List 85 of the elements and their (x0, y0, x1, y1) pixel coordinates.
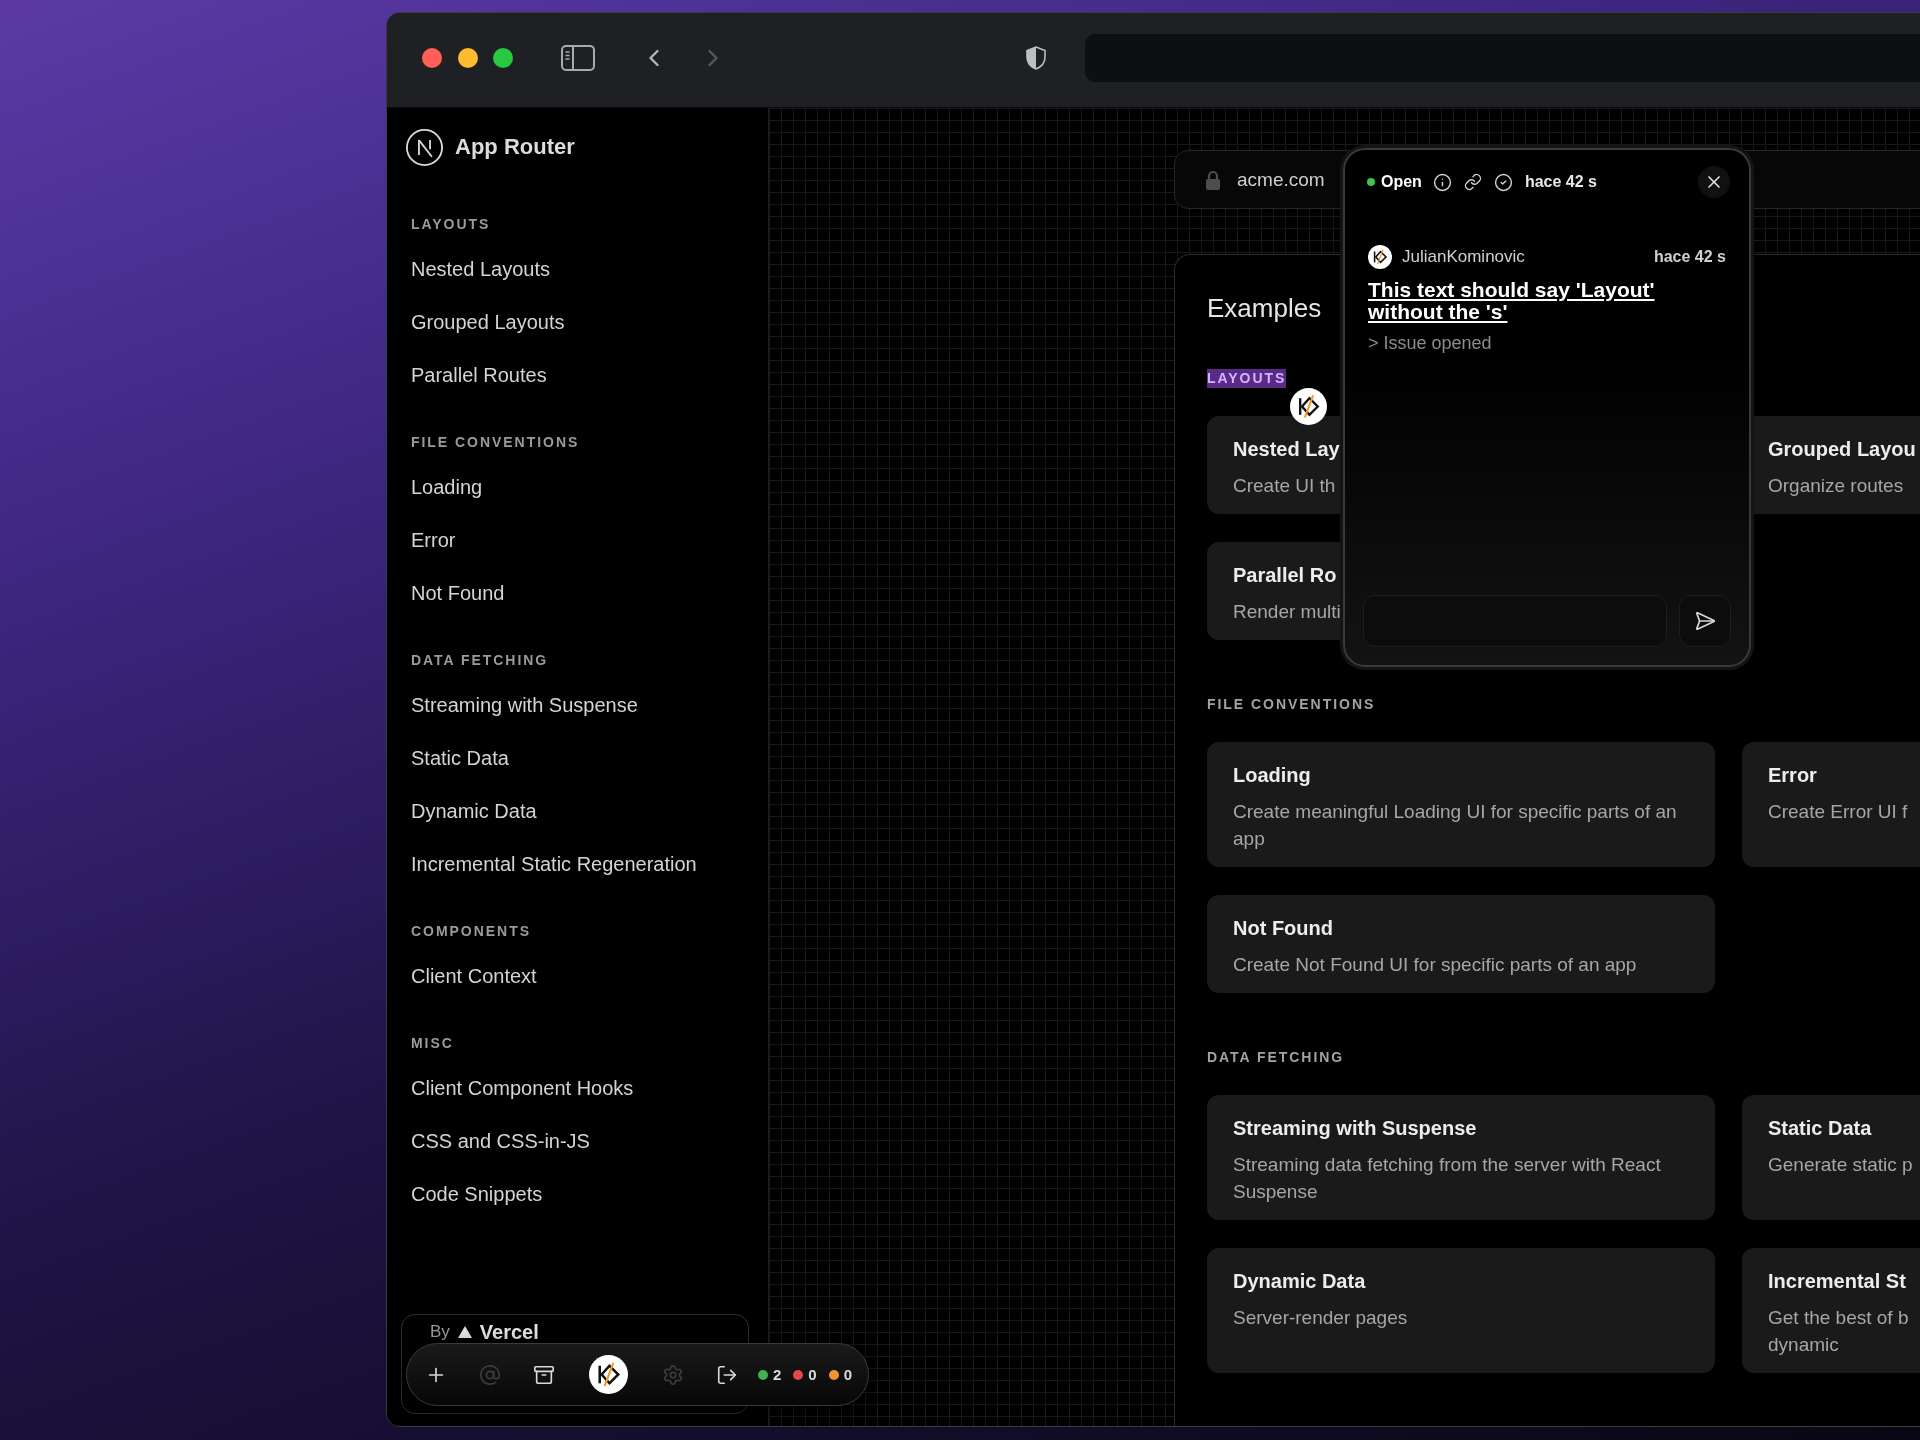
comment-time: hace 42 s (1653, 247, 1726, 267)
card-title: Grouped Layou (1768, 437, 1916, 462)
status-label: Open (1381, 172, 1422, 192)
nav-link[interactable]: CSS and CSS-in-JS (411, 1128, 590, 1153)
logo-icon[interactable] (406, 128, 443, 166)
nav-link[interactable]: Code Snippets (411, 1181, 543, 1206)
card-title: Not Found (1233, 916, 1333, 941)
example-card[interactable]: Incremental St Get the best of b dynamic (1742, 1248, 1920, 1373)
nav-link[interactable]: Loading (411, 474, 483, 499)
example-card[interactable]: Loading Create meaningful Loading UI for specific parts of an app (1207, 742, 1715, 867)
nav-link[interactable]: Parallel Routes (411, 362, 547, 387)
comment-body: > Issue opened (1368, 332, 1492, 355)
at-sign-icon (479, 1363, 501, 1386)
card-title: Streaming with Suspense (1233, 1116, 1477, 1141)
card-description: Organize routes (1768, 474, 1904, 498)
section-heading: DATA FETCHING (1207, 1047, 1345, 1067)
card-description: Create UI th (1233, 474, 1336, 498)
timestamp: hace 42 s (1524, 172, 1597, 192)
avatar-icon (1368, 245, 1392, 269)
sidebar-heading: DATA FETCHING (411, 651, 549, 669)
example-card[interactable]: Not Found Create Not Found UI for specific parts of an app (1207, 895, 1715, 993)
nav-link[interactable]: Incremental Static Regeneration (411, 851, 697, 876)
comment-pin-avatar-icon[interactable] (1290, 388, 1327, 425)
card-title: Incremental St (1768, 1269, 1906, 1294)
sidebar-heading: LAYOUTS (411, 215, 491, 233)
author-name: JulianKominovic (1402, 246, 1525, 268)
app-title: App Router (455, 133, 575, 161)
card-description: Render multi (1233, 600, 1341, 624)
nav-link[interactable]: Dynamic Data (411, 798, 537, 823)
sidebar-heading: COMPONENTS (411, 922, 531, 940)
shield-icon[interactable] (1026, 46, 1046, 70)
card-title: Loading (1233, 763, 1311, 788)
example-card[interactable]: Error Create Error UI f (1742, 742, 1920, 867)
section-heading: FILE CONVENTIONS (1207, 694, 1376, 714)
nav-link[interactable]: Nested Layouts (411, 256, 550, 281)
url-text: acme.com (1237, 167, 1325, 192)
card-description: Create Not Found UI for specific parts of an app (1233, 953, 1637, 977)
nav-link[interactable]: Error (411, 527, 456, 552)
section-heading: LAYOUTS (1207, 368, 1287, 388)
sidebar-heading: MISC (411, 1034, 454, 1052)
send-button[interactable] (1679, 595, 1731, 647)
page-title: Examples (1207, 292, 1322, 324)
logout-icon (716, 1363, 738, 1386)
example-card[interactable]: Dynamic Data Server-render pages (1207, 1248, 1715, 1373)
nav-link[interactable]: Grouped Layouts (411, 309, 565, 334)
lock-icon (1205, 169, 1221, 190)
card-description: Get the best of b dynamic (1768, 1306, 1909, 1357)
card-title: Parallel Ro (1233, 563, 1337, 588)
close-window-button[interactable] (422, 48, 442, 68)
card-title: Dynamic Data (1233, 1269, 1366, 1294)
nav-link[interactable]: Static Data (411, 745, 509, 770)
brand-name[interactable]: Vercel (479, 1320, 539, 1344)
sidebar-icon[interactable] (561, 45, 595, 71)
nav-link[interactable]: Client Component Hooks (411, 1075, 634, 1100)
example-card[interactable]: Static Data Generate static p (1742, 1095, 1920, 1220)
count-label: 0 (808, 1365, 817, 1384)
count-label: 0 (843, 1365, 853, 1384)
card-description: Create meaningful Loading UI for specific parts of an app (1233, 800, 1678, 851)
card-description: Generate static p (1768, 1153, 1913, 1177)
close-button[interactable] (1698, 166, 1730, 198)
comment-title-link[interactable]: This text should say 'Layout' without the 's' (1368, 279, 1668, 323)
avatar-icon (589, 1355, 628, 1394)
sidebar-heading: FILE CONVENTIONS (411, 433, 580, 451)
nav-link[interactable]: Client Context (411, 963, 537, 988)
check-circle-icon[interactable] (1493, 172, 1513, 192)
triangle-logo-icon (457, 1326, 472, 1338)
count-label: 2 (773, 1365, 782, 1384)
send-icon (1694, 610, 1716, 632)
minimize-window-button[interactable] (458, 48, 478, 68)
card-description: Create Error UI f (1768, 800, 1908, 824)
info-icon[interactable] (1432, 172, 1452, 192)
zoom-window-button[interactable] (493, 48, 513, 68)
gear-icon (662, 1363, 684, 1386)
link-icon[interactable] (1463, 173, 1482, 191)
profile-button[interactable] (589, 1355, 628, 1394)
nav-link[interactable]: Streaming with Suspense (411, 692, 638, 717)
nav-link[interactable]: Not Found (411, 580, 505, 605)
card-title: Error (1768, 763, 1817, 788)
archive-icon (533, 1363, 555, 1386)
example-card[interactable]: Streaming with Suspense Streaming data fetching from the server with React Suspense (1207, 1095, 1715, 1220)
card-title: Static Data (1768, 1116, 1872, 1141)
card-description: Server-render pages (1233, 1306, 1408, 1330)
card-title: Nested Lay (1233, 437, 1340, 462)
card-description: Streaming data fetching from the server with React Suspense (1233, 1153, 1662, 1204)
footer-prefix: By (430, 1321, 450, 1343)
